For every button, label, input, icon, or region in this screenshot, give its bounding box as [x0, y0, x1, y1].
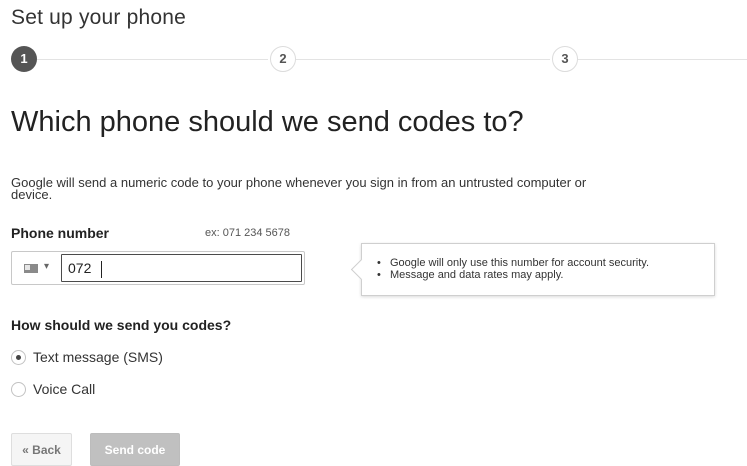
- send-code-button[interactable]: Send code: [90, 433, 180, 466]
- tooltip-item: Message and data rates may apply.: [372, 269, 649, 281]
- radio-label-sms: Text message (SMS): [33, 349, 163, 365]
- radio-label-voice: Voice Call: [33, 381, 96, 397]
- phone-number-label: Phone number: [11, 225, 110, 241]
- flag-icon: [24, 264, 38, 273]
- radio-button-voice[interactable]: [11, 381, 26, 397]
- tooltip-list: Google will only use this number for acc…: [372, 257, 649, 281]
- step-connector: [37, 59, 268, 60]
- step-connector: [578, 59, 747, 60]
- tooltip-item: Google will only use this number for acc…: [372, 257, 649, 269]
- back-button[interactable]: « Back: [11, 433, 72, 466]
- phone-example-hint: ex: 071 234 5678: [205, 227, 291, 239]
- tooltip-arrow: [350, 258, 373, 281]
- page-title: Set up your phone: [11, 6, 187, 29]
- delivery-method-heading: How should we send you codes?: [11, 317, 232, 333]
- main-heading: Which phone should we send codes to?: [11, 106, 524, 138]
- step-3-indicator: 3: [552, 46, 578, 72]
- info-tooltip: Google will only use this number for acc…: [350, 243, 715, 296]
- step-2-indicator: 2: [270, 46, 296, 72]
- description-text: Google will send a numeric code to your …: [11, 175, 587, 202]
- text-cursor: [101, 261, 102, 278]
- radio-option-voice[interactable]: Voice Call: [11, 380, 95, 398]
- chevron-down-icon: ▾: [44, 261, 50, 272]
- step-1-indicator: 1: [11, 46, 37, 72]
- step-connector: [296, 59, 550, 60]
- phone-field: ▾: [11, 251, 305, 285]
- radio-button-sms[interactable]: [11, 349, 26, 365]
- radio-option-sms[interactable]: Text message (SMS): [11, 348, 163, 366]
- country-selector[interactable]: ▾: [20, 261, 64, 277]
- phone-number-input[interactable]: [61, 254, 302, 282]
